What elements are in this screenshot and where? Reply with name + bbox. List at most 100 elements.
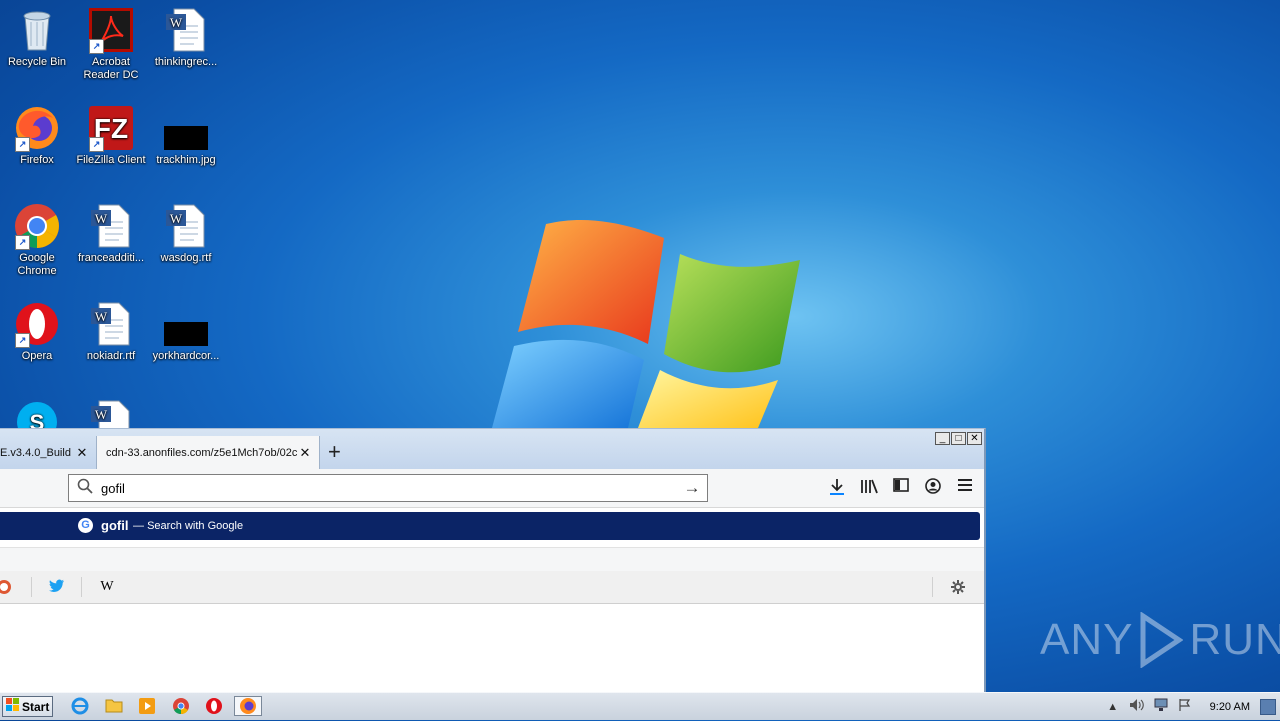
svg-text:W: W <box>95 211 108 226</box>
search-icon <box>69 478 101 498</box>
url-bar[interactable]: → <box>68 474 708 502</box>
tab-close-icon[interactable]: ✕ <box>297 445 313 461</box>
taskbar: Start ▲ 9:20 AM <box>0 692 1280 720</box>
suggestion-term: gofil <box>101 518 129 533</box>
chrome-taskbar-icon[interactable] <box>171 697 191 717</box>
word-document-icon: W <box>87 202 135 250</box>
anyrun-watermark: ANY RUN <box>1040 611 1280 669</box>
shortcut-arrow-icon: ↗ <box>15 137 30 152</box>
desktop-icon-google-chrome[interactable]: ↗ Google Chrome <box>0 202 74 278</box>
go-arrow-icon[interactable]: → <box>677 478 707 498</box>
firefox-taskbar-icon[interactable] <box>234 696 262 716</box>
desktop-icon-label: Google Chrome <box>17 252 57 277</box>
desktop-icon-label: wasdog.rtf <box>160 252 212 264</box>
maximize-button[interactable]: □ <box>951 432 966 445</box>
desktop-icon-label: FileZilla Client <box>76 154 146 166</box>
tab-title: E.v3.4.0_Build <box>0 446 71 459</box>
svg-text:W: W <box>170 15 183 30</box>
windows-logo <box>488 214 808 431</box>
close-button[interactable]: ✕ <box>967 432 982 445</box>
library-icon[interactable] <box>860 478 878 496</box>
acrobat-reader-icon: ↗ <box>87 6 135 54</box>
desktop-icon-yorkhardcor[interactable]: yorkhardcor... <box>149 300 223 363</box>
media-player-taskbar-icon[interactable] <box>137 697 157 717</box>
gear-icon[interactable] <box>950 579 966 595</box>
show-desktop-button[interactable] <box>1260 698 1276 715</box>
desktop-icon-recycle-bin[interactable]: Recycle Bin <box>0 6 74 69</box>
minimize-button[interactable]: _ <box>935 432 950 445</box>
recycle-bin-icon <box>13 6 61 54</box>
google-icon: G <box>78 518 93 533</box>
sidebar-icon[interactable] <box>892 478 910 496</box>
engine-separator <box>932 577 933 597</box>
windows-flag-icon <box>6 698 20 715</box>
desktop-icon-label: Recycle Bin <box>7 56 67 68</box>
desktop-icon-firefox[interactable]: ↗ Firefox <box>0 104 74 167</box>
watermark-text-left: ANY <box>1040 615 1134 664</box>
word-document-icon: W <box>162 202 210 250</box>
desktop-icon-thinkingrec[interactable]: W thinkingrec... <box>149 6 223 69</box>
word-document-icon: W <box>162 6 210 54</box>
desktop-icon-label: thinkingrec... <box>154 56 218 68</box>
desktop-icon-nokiadr[interactable]: W nokiadr.rtf <box>74 300 148 363</box>
engine-separator <box>81 577 82 597</box>
shortcut-arrow-icon: ↗ <box>15 235 30 250</box>
svg-text:W: W <box>95 309 108 324</box>
word-document-icon: W <box>87 300 135 348</box>
start-label: Start <box>22 699 50 714</box>
twitter-icon[interactable] <box>49 579 65 595</box>
wikipedia-icon[interactable]: W <box>99 579 115 595</box>
download-icon[interactable] <box>828 478 846 496</box>
tab-2[interactable]: cdn-33.anonfiles.com/z5e1Mch7ob/02c ✕ <box>96 436 320 469</box>
desktop-icon-label: yorkhardcor... <box>152 350 220 362</box>
firefox-window[interactable]: _ □ ✕ E.v3.4.0_Build ✕ cdn-33.anonfiles.… <box>0 428 986 692</box>
svg-text:S: S <box>30 410 45 428</box>
title-bar[interactable]: _ □ ✕ E.v3.4.0_Build ✕ cdn-33.anonfiles.… <box>0 429 984 469</box>
account-icon[interactable] <box>924 478 942 496</box>
desktop-icon-wasdog[interactable]: W wasdog.rtf <box>149 202 223 265</box>
internet-explorer-taskbar-icon[interactable] <box>70 697 90 717</box>
new-tab-button[interactable]: + <box>328 441 341 463</box>
play-icon <box>1139 611 1184 669</box>
volume-icon[interactable] <box>1128 698 1146 715</box>
shortcut-arrow-icon: ↗ <box>15 333 30 348</box>
url-input[interactable] <box>101 480 677 496</box>
watermark-text-right: RUN <box>1189 615 1280 664</box>
svg-text:W: W <box>170 211 183 226</box>
navigation-toolbar: → <box>0 469 984 508</box>
network-icon[interactable] <box>1152 698 1170 715</box>
file-explorer-taskbar-icon[interactable] <box>104 697 124 717</box>
desktop-icon-acrobat-reader[interactable]: ↗ Acrobat Reader DC <box>74 6 148 82</box>
suggestion-description: — Search with Google <box>133 520 244 532</box>
duckduckgo-icon[interactable] <box>0 579 12 595</box>
toolbar-icons <box>828 478 974 496</box>
menu-icon[interactable] <box>956 478 974 496</box>
desktop-icon-franceadditi[interactable]: W franceadditi... <box>74 202 148 265</box>
system-tray: ▲ 9:20 AM <box>1104 693 1280 720</box>
start-button[interactable]: Start <box>2 696 53 717</box>
desktop-icon-label: Opera <box>21 350 53 362</box>
opera-icon: ↗ <box>13 300 61 348</box>
desktop-icon-trackhim[interactable]: trackhim.jpg <box>149 104 223 167</box>
desktop-icon-label: Firefox <box>20 154 54 166</box>
svg-text:W: W <box>95 407 108 422</box>
dropdown-spacer <box>0 547 984 572</box>
search-suggestion-row[interactable]: G gofil — Search with Google <box>0 512 980 540</box>
filezilla-icon: FZ ↗ <box>87 104 135 152</box>
desktop-icon-label: franceadditi... <box>77 252 145 264</box>
image-file-icon <box>162 104 210 152</box>
action-center-flag-icon[interactable] <box>1176 698 1194 715</box>
desktop-icon-opera[interactable]: ↗ Opera <box>0 300 74 363</box>
tab-title: cdn-33.anonfiles.com/z5e1Mch7ob/02c <box>106 446 297 459</box>
desktop-icon-filezilla[interactable]: FZ ↗ FileZilla Client <box>74 104 148 167</box>
tray-expand-icon[interactable]: ▲ <box>1104 701 1122 713</box>
firefox-icon: ↗ <box>13 104 61 152</box>
opera-taskbar-icon[interactable] <box>204 697 224 717</box>
tab-1[interactable]: E.v3.4.0_Build ✕ <box>0 436 96 469</box>
tab-close-icon[interactable]: ✕ <box>74 445 90 461</box>
image-file-icon <box>162 300 210 348</box>
clock[interactable]: 9:20 AM <box>1210 701 1250 713</box>
shortcut-arrow-icon: ↗ <box>89 39 104 54</box>
window-controls: _ □ ✕ <box>935 432 982 445</box>
desktop-icon-label: trackhim.jpg <box>156 154 216 166</box>
